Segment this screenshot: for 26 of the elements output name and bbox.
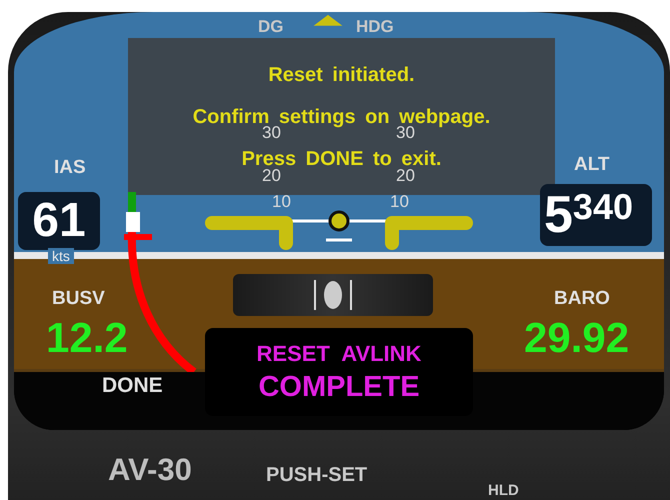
baro-label: BARO [554, 288, 610, 310]
airspeed-unit: kts [48, 248, 74, 264]
hold-button-label: HLD [488, 482, 519, 499]
bus-voltage-value: 12.2 [46, 314, 128, 362]
message-text: Reset initiated. [268, 64, 415, 86]
altitude-hundreds: 340 [572, 185, 633, 229]
airspeed-label: IAS [54, 157, 86, 179]
pitch-label: 30 [262, 124, 281, 142]
knob-label: PUSH-SET [266, 464, 368, 487]
heading-mode-label: HDG [356, 17, 394, 37]
pitch-label: 20 [262, 167, 281, 185]
message-text: Press DONE to exit. [242, 148, 442, 170]
bus-voltage-label: BUSV [52, 288, 105, 310]
pitch-label: 10 [272, 193, 291, 211]
pitch-label: 10 [390, 193, 409, 211]
done-softkey[interactable]: DONE [96, 372, 169, 400]
heading-mode-label: DG [258, 17, 284, 37]
altitude-thousands: 5 [544, 185, 573, 246]
status-text: RESET AVLINK [256, 340, 422, 366]
pitch-label: 20 [396, 167, 415, 185]
pitch-label: 30 [396, 124, 415, 142]
airspeed-readout: 61 [18, 192, 100, 250]
baro-value: 29.92 [524, 314, 630, 362]
model-label: AV-30 [108, 452, 192, 488]
status-text: COMPLETE [258, 370, 420, 404]
altitude-label: ALT [574, 154, 610, 176]
